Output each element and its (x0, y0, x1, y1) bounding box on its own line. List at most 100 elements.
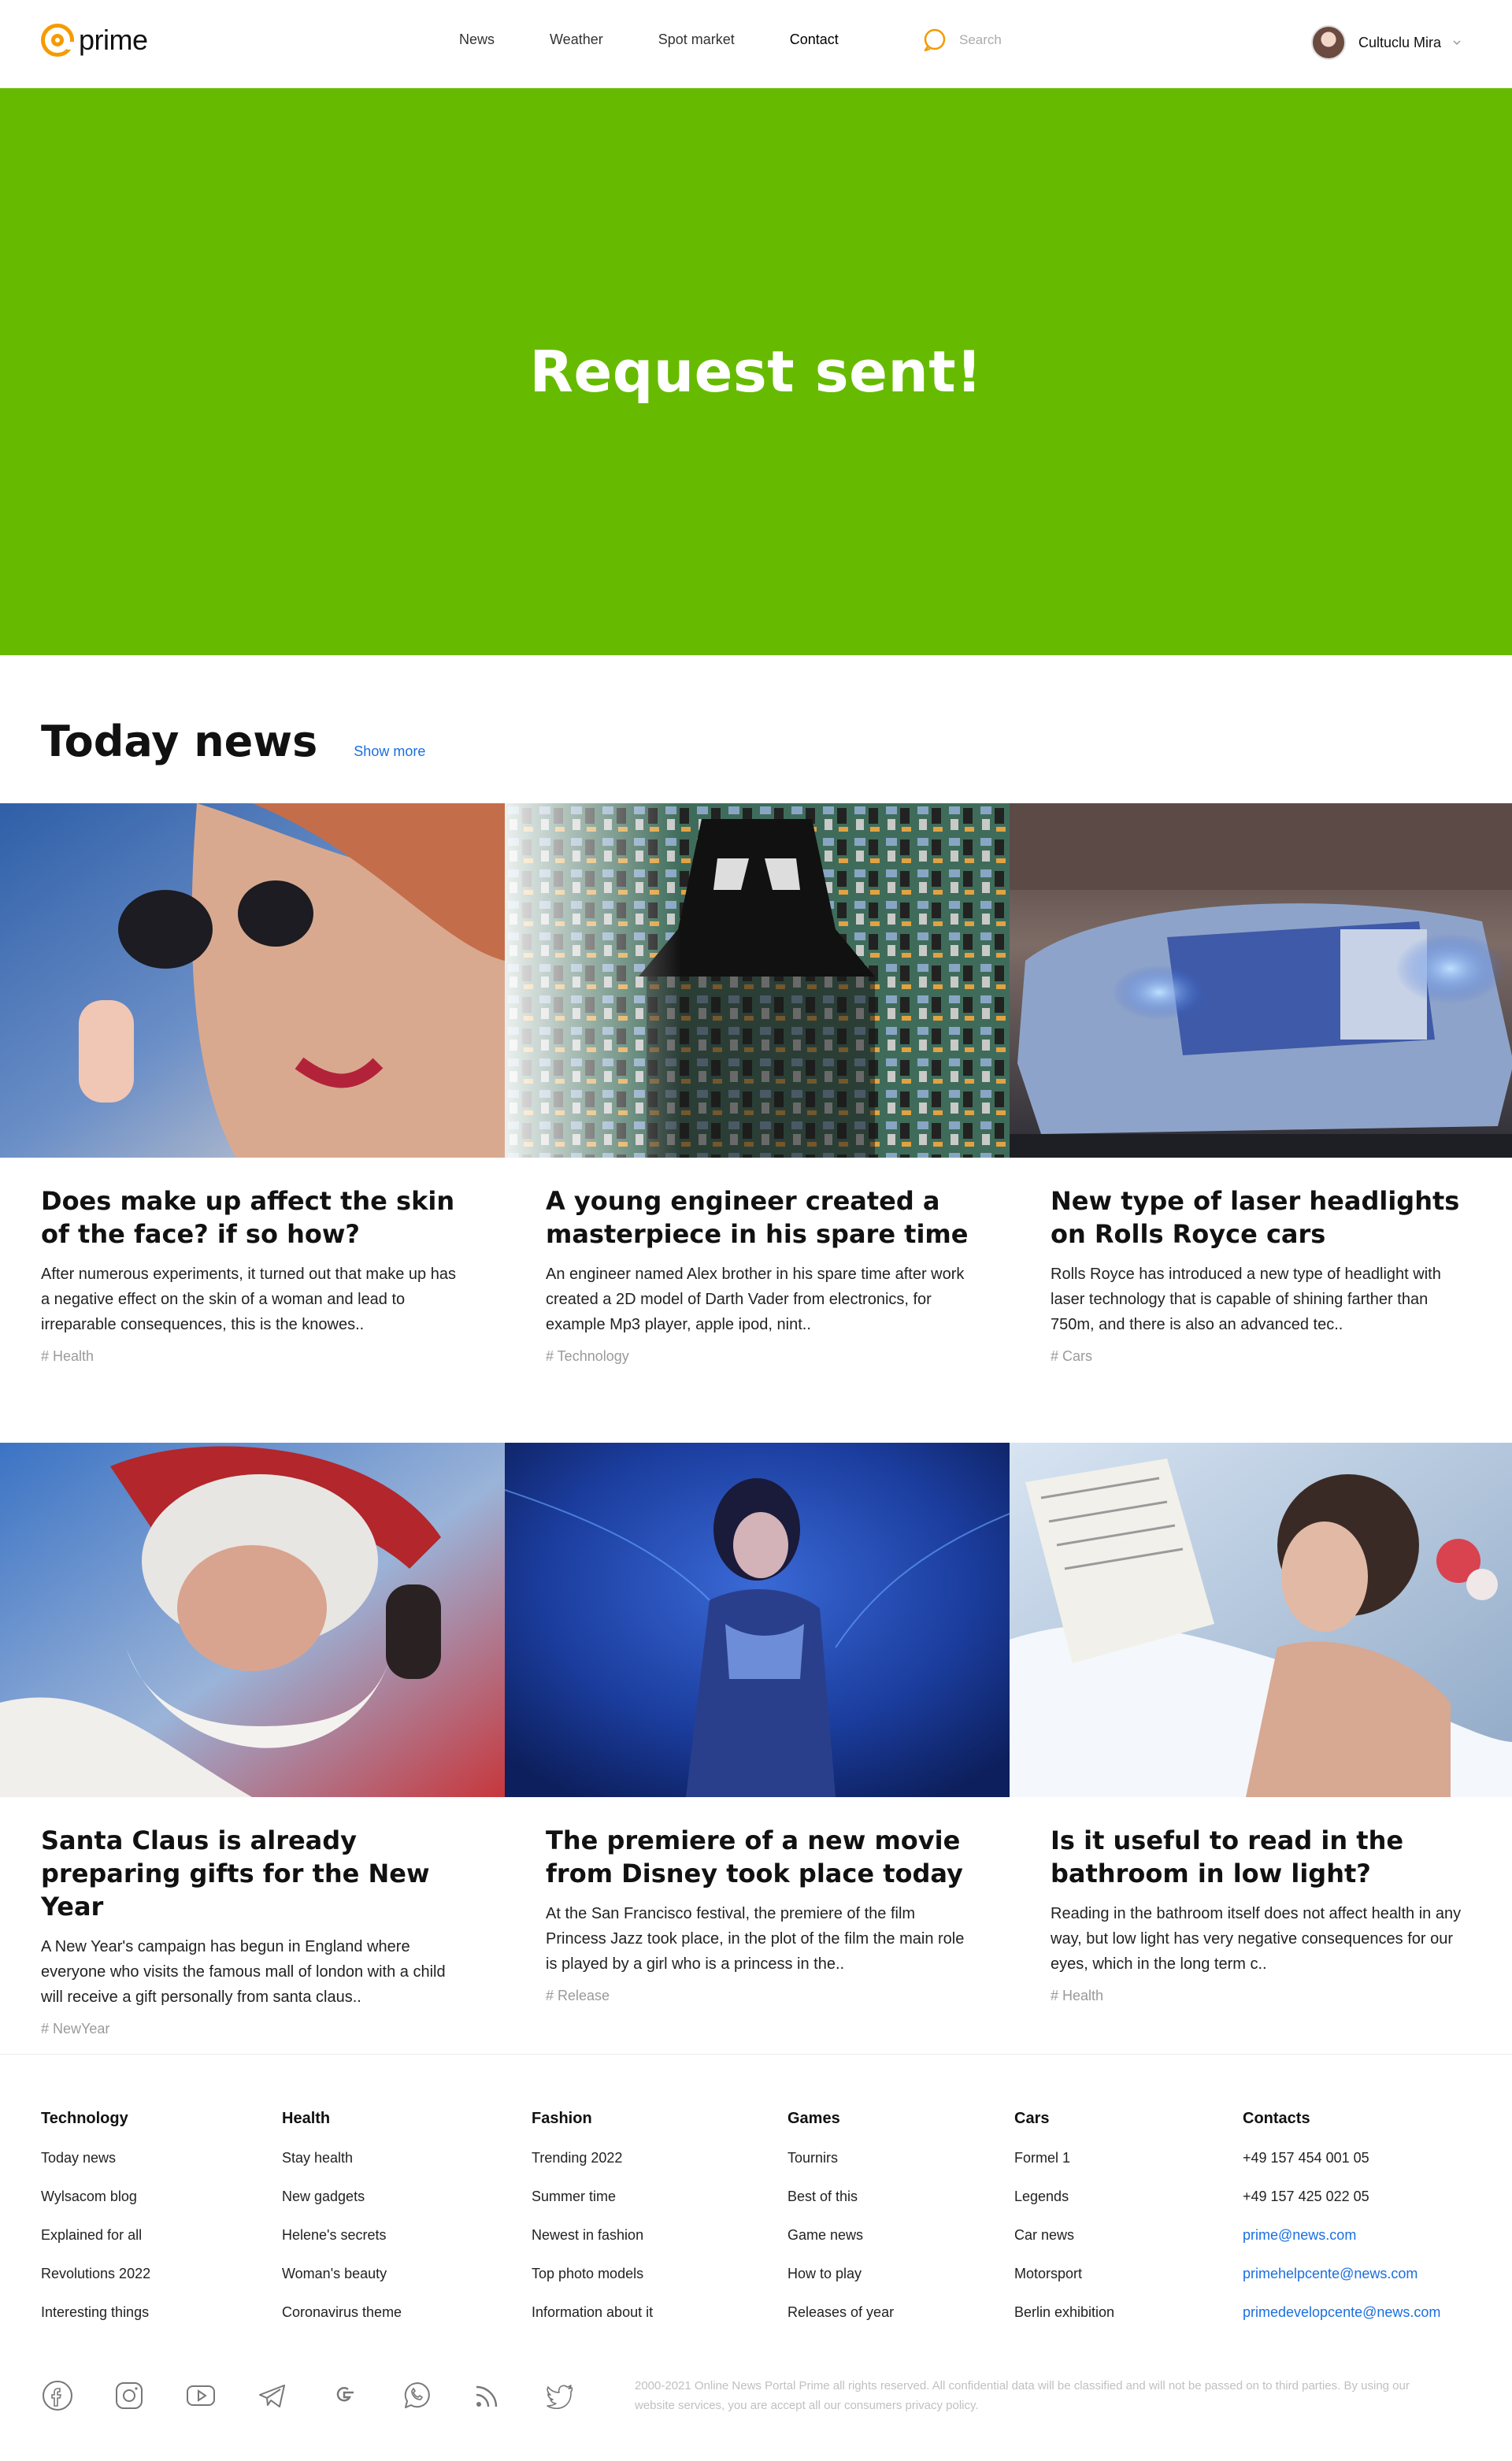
footer-link[interactable]: New gadgets (282, 2189, 402, 2205)
card-title[interactable]: A young engineer created a masterpiece i… (546, 1184, 969, 1251)
footer-column-fashion: Fashion Trending 2022 Summer time Newest… (532, 2110, 653, 2321)
youtube-icon[interactable] (184, 2379, 217, 2412)
card-description: At the San Francisco festival, the premi… (546, 1905, 965, 1973)
google-icon[interactable] (328, 2379, 361, 2412)
card-tag[interactable]: # NewYear (41, 2021, 464, 2037)
news-card[interactable]: Is it useful to read in the bathroom in … (1010, 1443, 1512, 2004)
footer-link[interactable]: Summer time (532, 2189, 653, 2205)
footer-column-cars: Cars Formel 1 Legends Car news Motorspor… (1014, 2110, 1114, 2321)
news-image[interactable] (1010, 1443, 1512, 1797)
twitter-icon[interactable] (543, 2379, 576, 2412)
footer-link[interactable]: Game news (788, 2227, 894, 2244)
whatsapp-icon[interactable] (399, 2379, 432, 2412)
footer-link[interactable]: Information about it (532, 2304, 653, 2321)
card-tag[interactable]: # Technology (546, 1348, 969, 1365)
footer-link[interactable]: Motorsport (1014, 2266, 1114, 2282)
news-image[interactable] (1010, 803, 1512, 1158)
footer-link[interactable]: How to play (788, 2266, 894, 2282)
copyright-text: 2000-2021 Online News Portal Prime all r… (635, 2379, 1410, 2412)
footer-column-title: Games (788, 2110, 840, 2127)
footer-link[interactable]: Tournirs (788, 2150, 894, 2166)
news-card[interactable]: New type of laser headlights on Rolls Ro… (1010, 803, 1512, 1365)
facebook-icon[interactable] (41, 2379, 74, 2412)
phone-link[interactable]: +49 157 425 022 05 (1243, 2189, 1440, 2205)
footer-link[interactable]: Legends (1014, 2189, 1114, 2205)
logo[interactable]: prime (41, 24, 148, 57)
card-content: New type of laser headlights on Rolls Ro… (1010, 1158, 1512, 1365)
footer-column-health: Health Stay health New gadgets Helene's … (282, 2110, 402, 2321)
footer-link[interactable]: Best of this (788, 2189, 894, 2205)
footer-link[interactable]: Helene's secrets (282, 2227, 402, 2244)
card-tag[interactable]: # Cars (1051, 1348, 1473, 1365)
nav-spot-market[interactable]: Spot market (658, 32, 735, 48)
telegram-icon[interactable] (256, 2379, 289, 2412)
footer-link[interactable]: Woman's beauty (282, 2266, 402, 2282)
news-image[interactable] (0, 1443, 505, 1797)
email-link[interactable]: primehelpcente@news.com (1243, 2266, 1440, 2282)
show-more-link[interactable]: Show more (354, 743, 425, 760)
email-link[interactable]: primedevelopcente@news.com (1243, 2304, 1440, 2321)
footer-link[interactable]: Revolutions 2022 (41, 2266, 150, 2282)
chevron-down-icon[interactable] (1452, 38, 1462, 47)
news-image[interactable] (0, 803, 505, 1158)
card-description: Rolls Royce has introduced a new type of… (1051, 1266, 1441, 1333)
card-title[interactable]: The premiere of a new movie from Disney … (546, 1824, 969, 1890)
card-description: Reading in the bathroom itself does not … (1051, 1905, 1462, 1973)
user-menu[interactable]: Cultuclu Mira (1311, 25, 1462, 60)
nav-news[interactable]: News (459, 32, 495, 48)
news-image[interactable] (505, 1443, 1010, 1797)
user-name: Cultuclu Mira (1358, 34, 1442, 50)
news-image[interactable] (505, 803, 1010, 1158)
footer-link[interactable]: Car news (1014, 2227, 1114, 2244)
card-title[interactable]: Is it useful to read in the bathroom in … (1051, 1824, 1473, 1890)
card-description: After numerous experiments, it turned ou… (41, 1266, 456, 1333)
instagram-icon[interactable] (113, 2379, 146, 2412)
banner-title: Request sent! (529, 339, 983, 405)
footer-link[interactable]: Today news (41, 2150, 150, 2166)
footer-link[interactable]: Trending 2022 (532, 2150, 653, 2166)
card-title[interactable]: New type of laser headlights on Rolls Ro… (1051, 1184, 1473, 1251)
search-icon[interactable] (923, 28, 947, 52)
phone-link[interactable]: +49 157 454 001 05 (1243, 2150, 1440, 2166)
footer-column-games: Games Tournirs Best of this Game news Ho… (788, 2110, 894, 2321)
email-link[interactable]: prime@news.com (1243, 2227, 1440, 2244)
footer-column-title: Health (282, 2110, 331, 2127)
card-description: An engineer named Alex brother in his sp… (546, 1266, 965, 1333)
footer-link[interactable]: Wylsacom blog (41, 2189, 150, 2205)
nav-weather[interactable]: Weather (550, 32, 603, 48)
search-box[interactable] (923, 28, 1069, 52)
section-title: Today news (41, 717, 318, 766)
card-tag[interactable]: # Health (1051, 1988, 1473, 2004)
footer-column-title: Cars (1014, 2110, 1050, 2127)
news-card[interactable]: Santa Claus is already preparing gifts f… (0, 1443, 505, 2037)
footer-link[interactable]: Interesting things (41, 2304, 150, 2321)
at-logo-icon (41, 24, 75, 57)
news-card[interactable]: Does make up affect the skin of the face… (0, 803, 505, 1365)
card-title[interactable]: Santa Claus is already preparing gifts f… (41, 1824, 464, 1923)
footer-link[interactable]: Top photo models (532, 2266, 653, 2282)
news-card[interactable]: A young engineer created a masterpiece i… (505, 803, 1010, 1365)
main-nav: News Weather Spot market Contact (459, 32, 894, 48)
nav-contact[interactable]: Contact (790, 32, 839, 48)
footer-column-title: Contacts (1243, 2110, 1310, 2127)
logo-text: prime (79, 24, 148, 56)
footer-link[interactable]: Newest in fashion (532, 2227, 653, 2244)
avatar[interactable] (1311, 25, 1346, 60)
footer-column-title: Technology (41, 2110, 128, 2127)
news-card[interactable]: The premiere of a new movie from Disney … (505, 1443, 1010, 2004)
card-tag[interactable]: # Health (41, 1348, 464, 1365)
confirmation-banner: Request sent! (0, 88, 1512, 655)
footer-link[interactable]: Coronavirus theme (282, 2304, 402, 2321)
footer-link[interactable]: Berlin exhibition (1014, 2304, 1114, 2321)
search-input[interactable] (959, 32, 1069, 48)
rss-icon[interactable] (471, 2379, 504, 2412)
footer-link[interactable]: Formel 1 (1014, 2150, 1114, 2166)
today-news-header: Today news Show more (41, 717, 425, 766)
card-content: Santa Claus is already preparing gifts f… (0, 1797, 505, 2037)
footer-link[interactable]: Explained for all (41, 2227, 150, 2244)
card-content: A young engineer created a masterpiece i… (505, 1158, 1010, 1365)
footer-link[interactable]: Releases of year (788, 2304, 894, 2321)
card-title[interactable]: Does make up affect the skin of the face… (41, 1184, 464, 1251)
footer-link[interactable]: Stay health (282, 2150, 402, 2166)
card-tag[interactable]: # Release (546, 1988, 969, 2004)
